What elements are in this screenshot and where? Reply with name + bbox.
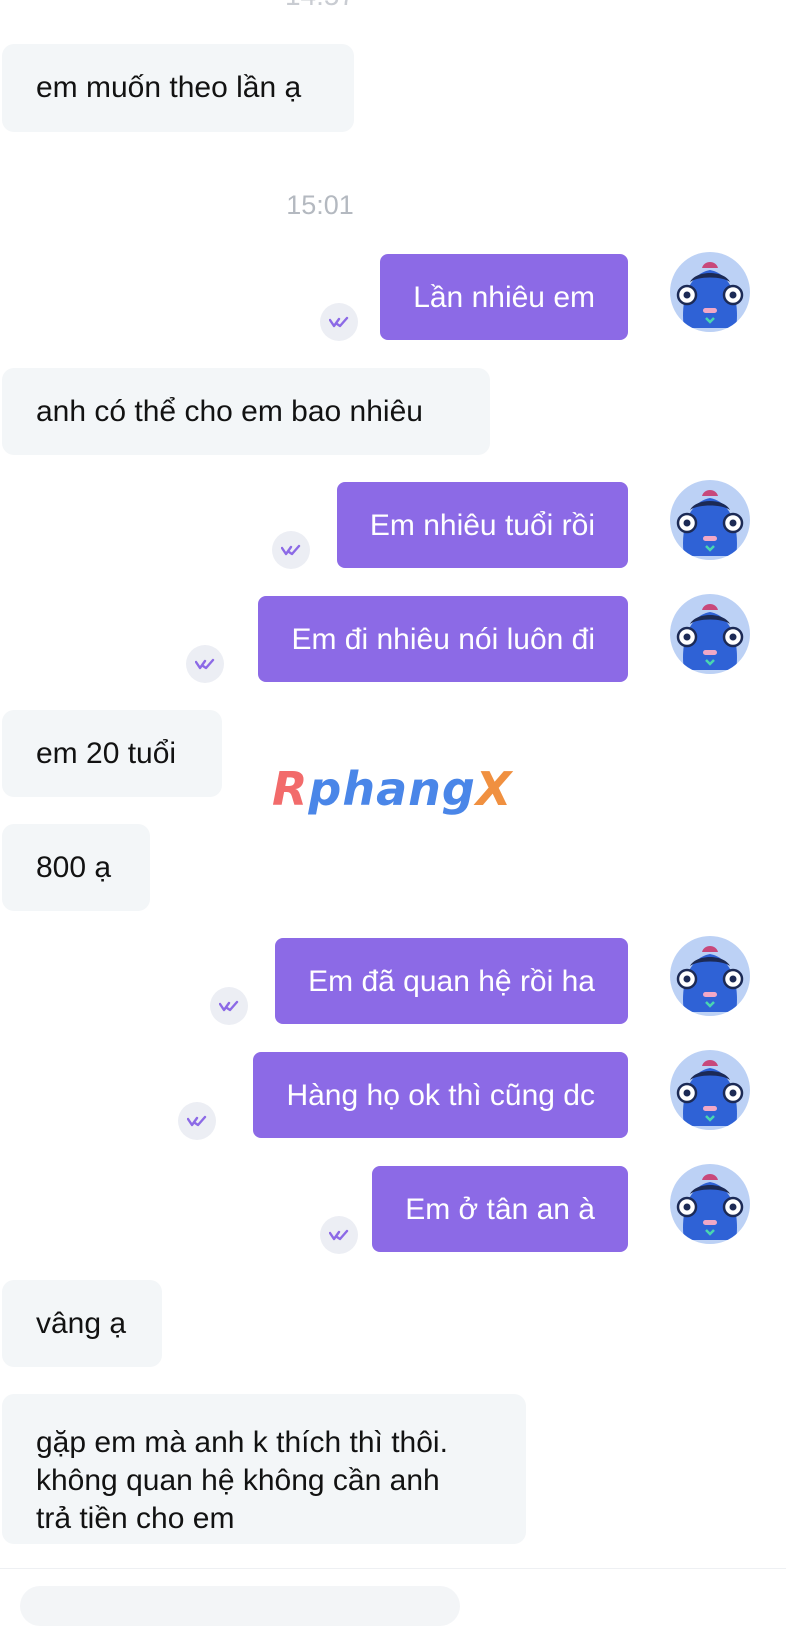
outgoing-message[interactable]: Em đã quan hệ rồi ha	[275, 938, 628, 1024]
timestamp: 15:01	[286, 190, 354, 220]
message-input[interactable]	[20, 1586, 460, 1626]
outgoing-message[interactable]: Em nhiêu tuổi rồi	[336, 482, 628, 568]
incoming-message[interactable]: em muốn theo lần ạ	[2, 44, 354, 132]
avatar[interactable]	[670, 480, 750, 560]
double-check-icon	[320, 303, 358, 341]
incoming-message[interactable]: em 20 tuổi	[2, 710, 222, 797]
incoming-message[interactable]: 800 ạ	[2, 824, 150, 911]
outgoing-message[interactable]: Em ở tân an à	[372, 1166, 628, 1252]
double-check-icon	[272, 531, 310, 569]
incoming-message[interactable]: vâng ạ	[2, 1280, 162, 1367]
watermark-logo: RphangX	[272, 762, 513, 816]
double-check-icon	[210, 987, 248, 1025]
outgoing-message[interactable]: Em đi nhiêu nói luôn đi	[258, 596, 628, 682]
outgoing-message[interactable]: Lần nhiêu em	[380, 254, 628, 340]
avatar[interactable]	[670, 252, 750, 332]
avatar[interactable]	[670, 1050, 750, 1130]
avatar[interactable]	[670, 1164, 750, 1244]
avatar[interactable]	[670, 936, 750, 1016]
double-check-icon	[186, 645, 224, 683]
outgoing-message[interactable]: Hàng họ ok thì cũng dc	[253, 1052, 628, 1138]
double-check-icon	[178, 1102, 216, 1140]
avatar[interactable]	[670, 594, 750, 674]
partial-timestamp: 14:57	[0, 0, 640, 12]
incoming-message[interactable]: gặp em mà anh k thích thì thôi. không qu…	[2, 1394, 526, 1544]
incoming-message[interactable]: anh có thể cho em bao nhiêu	[2, 368, 490, 455]
double-check-icon	[320, 1216, 358, 1254]
